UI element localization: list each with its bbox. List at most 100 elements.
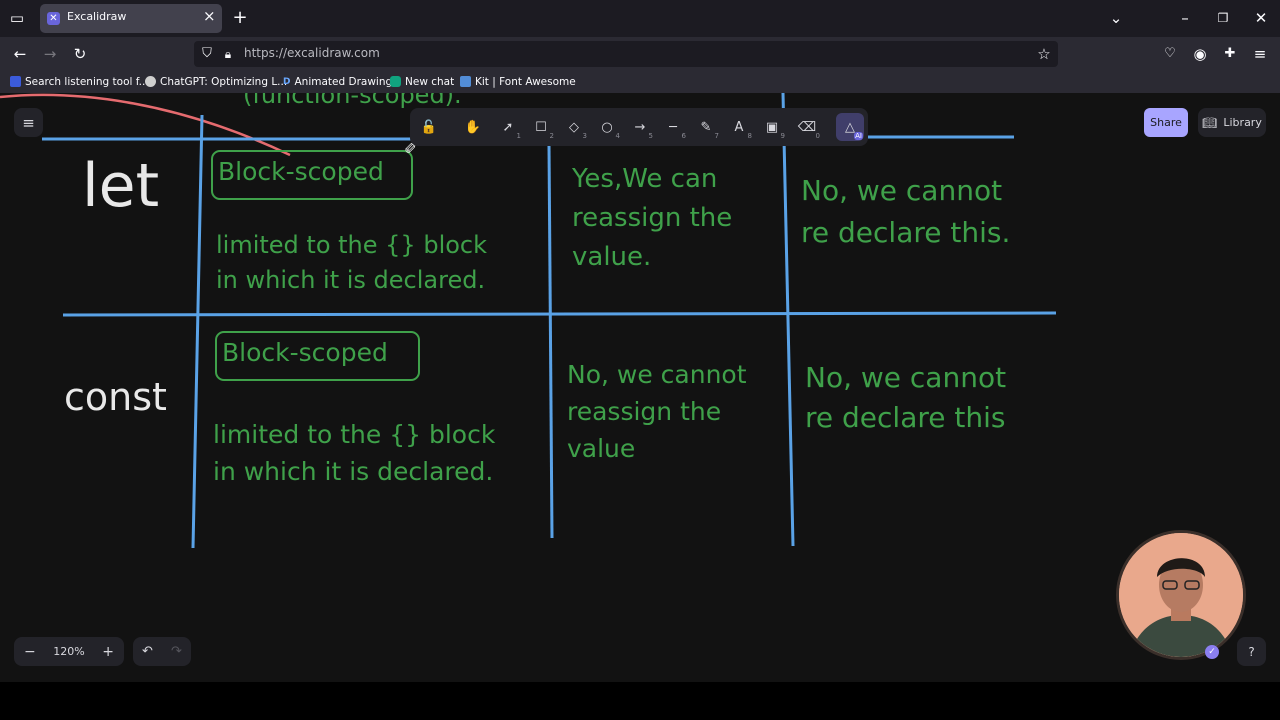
presenter-avatar	[1119, 533, 1243, 657]
forward-icon[interactable]: →	[41, 45, 59, 63]
ai-shapes-icon[interactable]: △ AI	[836, 113, 864, 141]
diamond-icon[interactable]: ◇ 3	[560, 113, 588, 141]
bookmark-item[interactable]: Search listening tool f...	[10, 74, 149, 89]
reassign-text-line: No, we cannot	[567, 360, 747, 389]
back-icon[interactable]: ←	[11, 45, 29, 63]
drawing-canvas[interactable]: (function-scoped). let Block-scoped limi…	[0, 93, 1280, 682]
arrow-icon[interactable]: → 5	[626, 113, 654, 141]
scope-description-line: limited to the {} block	[216, 231, 488, 259]
lock-icon[interactable]: 🔒︎	[220, 45, 236, 63]
shortcut-key: 8	[747, 132, 752, 140]
tool-glyph: ◇	[569, 119, 579, 135]
font-awesome-icon	[460, 76, 471, 87]
help-icon[interactable]: ?	[1237, 637, 1266, 666]
undo-redo-controls: ↶ ↷	[133, 637, 191, 666]
animated-drawings-icon: D	[283, 76, 291, 87]
selection-icon[interactable]: ➚ 1	[494, 113, 522, 141]
pocket-icon[interactable]: ♡	[1161, 45, 1179, 63]
bookmark-label: Kit | Font Awesome	[475, 75, 576, 88]
shortcut-key: 9	[780, 132, 785, 140]
zoom-in-button[interactable]: +	[102, 644, 114, 660]
text-icon[interactable]: A8	[725, 113, 753, 141]
bookmarks-bar: Search listening tool f... ChatGPT: Opti…	[0, 70, 1280, 93]
redo-icon[interactable]: ↷	[171, 644, 182, 659]
tool-glyph: ▣	[765, 119, 779, 135]
tool-glyph: ○	[601, 119, 613, 135]
tab-list-icon[interactable]: ▭	[8, 9, 26, 27]
tool-glyph: ⌫	[797, 119, 817, 135]
tool-glyph: ─	[669, 119, 677, 135]
redeclare-text-line: re declare this	[805, 401, 1006, 434]
redeclare-text-line: No, we cannot	[805, 361, 1007, 394]
bookmark-label: ChatGPT: Optimizing L...	[160, 75, 288, 88]
close-window-icon[interactable]: ✕	[1252, 9, 1270, 27]
scope-description-line: limited to the {} block	[213, 420, 496, 449]
scope-description-line: in which it is declared.	[213, 457, 494, 486]
scope-box-label: Block-scoped	[222, 338, 388, 367]
tab-close-icon[interactable]: ×	[203, 7, 216, 25]
shortcut-key: 6	[681, 132, 686, 140]
share-button[interactable]: Share	[1144, 108, 1188, 137]
tool-glyph: ✎	[700, 119, 712, 135]
browser-nav-bar: ← → ↻ ⛉ 🔒︎ https://excalidraw.com ☆ ♡ ◉ …	[0, 37, 1280, 70]
eraser-icon[interactable]: ⌫ 0	[793, 113, 821, 141]
shortcut-key: 3	[582, 132, 587, 140]
rectangle-icon[interactable]: ☐ 2	[527, 113, 555, 141]
scope-box-label: Block-scoped	[218, 157, 384, 186]
bookmark-item[interactable]: New chat	[390, 74, 454, 89]
lock-icon[interactable]: 🔓	[415, 113, 443, 141]
account-icon[interactable]: ◉	[1191, 45, 1209, 63]
menu-icon[interactable]: ≡	[1251, 45, 1269, 63]
reassign-text-line: value	[567, 434, 636, 463]
shape-toolbar: 🔓 ✋ ➚ 1 ☐ 2 ◇ 3 ○ 4 → 5 ─ 6 ✎ 7 A8 ▣ 9 ⌫ 0 △ AI	[410, 108, 868, 146]
main-menu-icon[interactable]: ≡	[14, 108, 43, 137]
shield-icon[interactable]: ⛉	[199, 45, 215, 63]
pencil-icon[interactable]: ✎ 7	[692, 113, 720, 141]
shortcut-key: 2	[549, 132, 554, 140]
bookmark-label: New chat	[405, 75, 455, 88]
shortcut-key: 7	[714, 132, 719, 140]
bookmark-item[interactable]: D Animated Drawings	[283, 74, 398, 89]
scope-description-line: in which it is declared.	[216, 266, 486, 294]
library-label: Library	[1223, 116, 1262, 129]
zoom-out-button[interactable]: −	[24, 644, 36, 660]
bookmark-favicon-icon	[10, 76, 21, 87]
extensions-icon[interactable]: ✚	[1221, 45, 1239, 63]
url-text[interactable]: https://excalidraw.com	[244, 46, 380, 60]
address-bar[interactable]: ⛉ 🔒︎ https://excalidraw.com ☆	[194, 41, 1058, 67]
shortcut-key: 0	[815, 132, 820, 140]
webcam-overlay	[1116, 530, 1246, 660]
minimize-window-icon[interactable]: –	[1176, 9, 1194, 27]
list-all-tabs-icon[interactable]: ⌄	[1107, 9, 1125, 27]
tool-glyph: A	[734, 119, 744, 135]
tool-glyph: →	[634, 119, 646, 135]
shortcut-key: 1	[516, 132, 521, 140]
row-label-let: let	[82, 151, 160, 221]
bookmark-label: Search listening tool f...	[25, 75, 149, 88]
restore-window-icon[interactable]: ❐	[1214, 9, 1232, 27]
reassign-text-line: reassign the	[567, 397, 722, 426]
ellipse-icon[interactable]: ○ 4	[593, 113, 621, 141]
bookmark-item[interactable]: ChatGPT: Optimizing L...	[145, 74, 287, 89]
shortcut-key: 5	[648, 132, 653, 140]
browser-tab[interactable]: ✕ Excalidraw ×	[40, 4, 222, 33]
bookmark-star-icon[interactable]: ☆	[1035, 45, 1053, 63]
tool-glyph: ☐	[535, 119, 547, 135]
reload-icon[interactable]: ↻	[71, 45, 89, 63]
line-icon[interactable]: ─ 6	[659, 113, 687, 141]
hand-icon[interactable]: ✋	[459, 113, 487, 141]
zoom-controls: − 120% +	[14, 637, 124, 666]
reassign-text-line: reassign the	[572, 203, 733, 233]
library-button[interactable]: 📖︎ Library	[1198, 108, 1266, 137]
zoom-level[interactable]: 120%	[53, 645, 84, 658]
bookmark-item[interactable]: Kit | Font Awesome	[460, 74, 576, 89]
undo-icon[interactable]: ↶	[142, 644, 153, 659]
tab-title: Excalidraw	[67, 10, 127, 23]
image-icon[interactable]: ▣ 9	[758, 113, 786, 141]
bookmark-label: Animated Drawings	[294, 75, 398, 88]
new-tab-button[interactable]: +	[231, 9, 249, 27]
shortcut-key: 4	[615, 132, 620, 140]
reassign-text-line: value.	[572, 242, 652, 272]
excalidraw-favicon-icon: ✕	[47, 12, 60, 25]
chat-icon	[390, 76, 401, 87]
